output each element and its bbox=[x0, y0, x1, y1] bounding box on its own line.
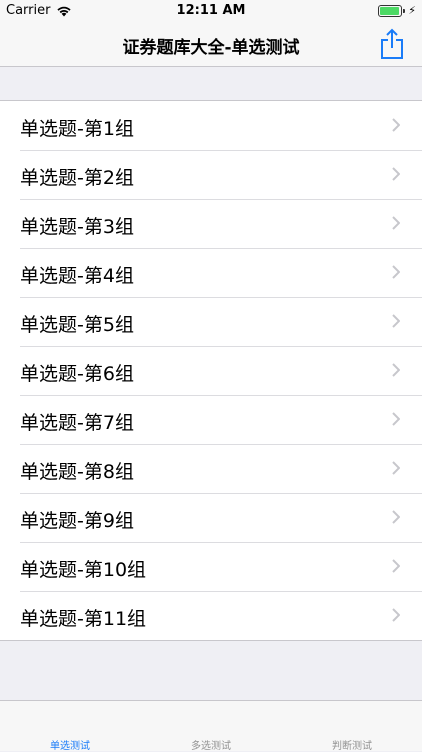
charging-bolt-icon: ⚡ bbox=[408, 4, 416, 17]
chevron-right-icon bbox=[392, 608, 400, 622]
tab-bar: 单选测试 多选测试 判断测试 bbox=[0, 700, 422, 752]
battery-indicator: ⚡ bbox=[378, 4, 416, 17]
list-item-label: 单选题-第2组 bbox=[20, 167, 134, 189]
chevron-right-icon bbox=[392, 363, 400, 377]
list-item-label: 单选题-第11组 bbox=[20, 608, 147, 630]
navigation-bar: 证券题库大全-单选测试 bbox=[0, 22, 422, 67]
battery-fill bbox=[380, 6, 400, 15]
list-item-label: 单选题-第9组 bbox=[20, 510, 134, 532]
list-item-label: 单选题-第5组 bbox=[20, 314, 134, 336]
status-bar: Carrier 12:11 AM ⚡ bbox=[0, 0, 422, 22]
list-item[interactable]: 单选题-第2组 bbox=[0, 150, 422, 199]
list-item[interactable]: 单选题-第5组 bbox=[0, 297, 422, 346]
list-item[interactable]: 单选题-第8组 bbox=[0, 444, 422, 493]
list-item-label: 单选题-第3组 bbox=[20, 216, 134, 238]
chevron-right-icon bbox=[392, 118, 400, 132]
battery-icon bbox=[378, 4, 403, 17]
chevron-right-icon bbox=[392, 167, 400, 181]
list-item-label: 单选题-第6组 bbox=[20, 363, 134, 385]
chevron-right-icon bbox=[392, 559, 400, 573]
list-item[interactable]: 单选题-第6组 bbox=[0, 346, 422, 395]
chevron-right-icon bbox=[392, 216, 400, 230]
list-item[interactable]: 单选题-第1组 bbox=[0, 101, 422, 150]
list-item[interactable]: 单选题-第9组 bbox=[0, 493, 422, 542]
share-icon[interactable] bbox=[378, 28, 406, 60]
chevron-right-icon bbox=[392, 412, 400, 426]
list-item[interactable]: 单选题-第11组 bbox=[0, 591, 422, 640]
list-item-label: 单选题-第7组 bbox=[20, 412, 134, 434]
list-item-label: 单选题-第10组 bbox=[20, 559, 147, 581]
status-time: 12:11 AM bbox=[176, 3, 246, 18]
chevron-right-icon bbox=[392, 461, 400, 475]
list-item[interactable]: 单选题-第3组 bbox=[0, 199, 422, 248]
chevron-right-icon bbox=[392, 265, 400, 279]
question-group-list: 单选题-第1组 单选题-第2组 单选题-第3组 单选题-第4组 单选题-第5组 单选题-第… bbox=[0, 100, 422, 641]
list-item[interactable]: 单选题-第10组 bbox=[0, 542, 422, 591]
list-item[interactable]: 单选题-第4组 bbox=[0, 248, 422, 297]
list-item-label: 单选题-第1组 bbox=[20, 118, 134, 140]
list-item[interactable]: 单选题-第7组 bbox=[0, 395, 422, 444]
chevron-right-icon bbox=[392, 314, 400, 328]
chevron-right-icon bbox=[392, 510, 400, 524]
page-title: 证券题库大全-单选测试 bbox=[122, 38, 300, 58]
battery-tip bbox=[403, 8, 406, 13]
list-item-label: 单选题-第4组 bbox=[20, 265, 134, 287]
list-item-label: 单选题-第8组 bbox=[20, 461, 134, 483]
